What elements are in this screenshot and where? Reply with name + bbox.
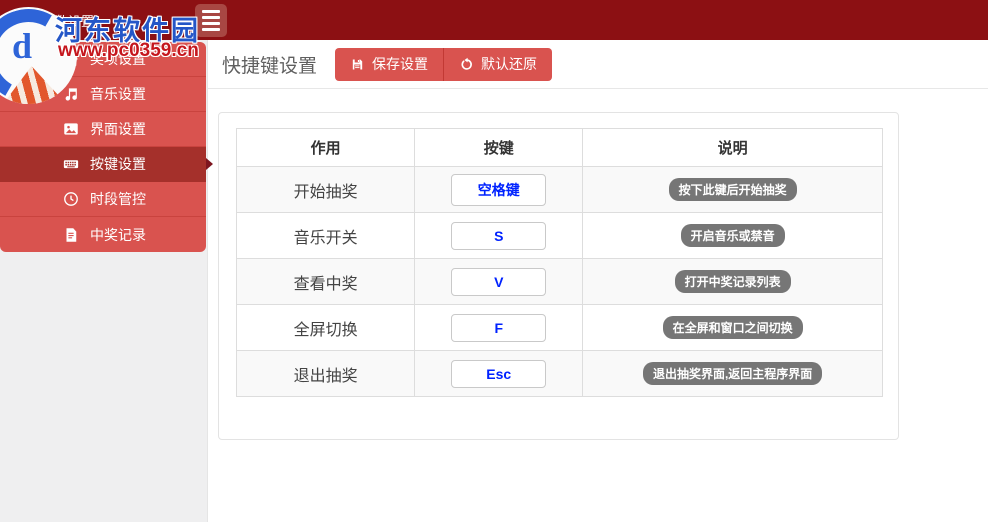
list-menu-icon[interactable] — [195, 4, 227, 37]
default-restore-button[interactable]: 默认还原 — [444, 47, 553, 81]
clock-icon — [64, 192, 78, 206]
action-cell: 退出抽奖 — [235, 350, 416, 397]
sidebar-item-label: 时段管控 — [90, 191, 146, 207]
keyboard-icon — [63, 160, 79, 169]
description-badge: 开启音乐或禁音 — [680, 224, 785, 247]
main-content: 快捷键设置 保存设置 默认还原 作用 按键 说明 开始抽奖 空格键 按下此键后开… — [208, 40, 988, 522]
description-badge: 按下此键后开始抽奖 — [668, 178, 797, 201]
reset-button-label: 默认还原 — [481, 56, 538, 72]
sidebar: 奖项设置 音乐设置 界面设置 按键设置 时段管控 中奖记录 — [0, 40, 213, 522]
page-title: 快捷键设置 — [222, 55, 318, 77]
sidebar-item-label: 中奖记录 — [90, 226, 146, 243]
save-settings-button[interactable]: 保存设置 — [335, 47, 445, 81]
image-icon — [64, 123, 78, 135]
table-row: 全屏切换 F 在全屏和窗口之间切换 — [235, 304, 883, 351]
titlebar: 参数设置 — [0, 0, 988, 40]
sidebar-item-music-settings[interactable]: 音乐设置 — [0, 77, 206, 112]
description-badge: 打开中奖记录列表 — [674, 270, 791, 293]
sidebar-item-prize-settings[interactable]: 奖项设置 — [0, 42, 206, 77]
sidebar-item-label: 界面设置 — [90, 121, 146, 137]
sidebar-item-interface-settings[interactable]: 界面设置 — [0, 112, 206, 147]
table-row: 开始抽奖 空格键 按下此键后开始抽奖 — [235, 166, 883, 213]
key-button[interactable]: F — [451, 313, 547, 342]
header-button-group: 保存设置 默认还原 — [335, 47, 553, 81]
save-button-label: 保存设置 — [372, 56, 429, 72]
sidebar-item-winning-records[interactable]: 中奖记录 — [0, 217, 206, 252]
action-cell: 开始抽奖 — [235, 166, 416, 213]
action-cell: 全屏切换 — [235, 304, 416, 351]
key-button[interactable]: 空格键 — [451, 173, 547, 206]
table-row: 音乐开关 S 开启音乐或禁音 — [235, 212, 883, 259]
document-icon — [66, 227, 77, 242]
sidebar-item-label: 音乐设置 — [90, 86, 146, 102]
table-header-row: 作用 按键 说明 — [235, 128, 883, 167]
action-cell: 查看中奖 — [235, 258, 416, 305]
sidebar-item-time-control[interactable]: 时段管控 — [0, 182, 206, 217]
table-row: 查看中奖 V 打开中奖记录列表 — [235, 258, 883, 305]
action-cell: 音乐开关 — [235, 212, 416, 259]
shortcut-table-card: 作用 按键 说明 开始抽奖 空格键 按下此键后开始抽奖 音乐开关 S 开启音乐或… — [218, 112, 899, 440]
sidebar-menu: 奖项设置 音乐设置 界面设置 按键设置 时段管控 中奖记录 — [0, 42, 213, 252]
refresh-icon — [461, 57, 472, 70]
column-header-action: 作用 — [235, 128, 416, 167]
save-icon — [352, 59, 363, 69]
column-header-key: 按键 — [414, 128, 584, 167]
gift-icon — [64, 53, 78, 66]
window-title: 参数设置 — [42, 13, 95, 29]
gear-icon — [16, 12, 32, 28]
table-row: 退出抽奖 Esc 退出抽奖界面,返回主程序界面 — [235, 350, 883, 397]
sidebar-item-label: 奖项设置 — [90, 51, 146, 67]
content-header: 快捷键设置 保存设置 默认还原 — [208, 40, 988, 89]
description-badge: 在全屏和窗口之间切换 — [662, 316, 803, 339]
shortcut-table: 作用 按键 说明 开始抽奖 空格键 按下此键后开始抽奖 音乐开关 S 开启音乐或… — [235, 128, 883, 397]
music-note-icon — [65, 88, 77, 101]
column-header-description: 说明 — [582, 128, 883, 167]
sidebar-item-key-settings[interactable]: 按键设置 — [0, 147, 213, 182]
key-button[interactable]: V — [451, 267, 547, 296]
key-button[interactable]: Esc — [451, 359, 547, 388]
sidebar-item-label: 按键设置 — [90, 156, 146, 172]
description-badge: 退出抽奖界面,返回主程序界面 — [642, 362, 823, 385]
key-button[interactable]: S — [451, 221, 547, 250]
